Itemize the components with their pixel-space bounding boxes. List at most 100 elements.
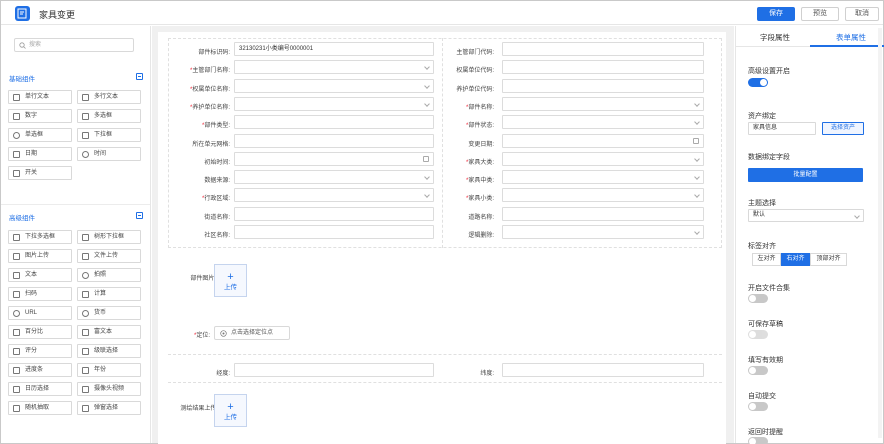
component-item[interactable]: 树形下拉框 <box>77 230 141 244</box>
component-item[interactable]: 级联选择 <box>77 344 141 358</box>
component-item[interactable]: 弹窗选择 <box>77 401 141 415</box>
component-item[interactable]: 进度条 <box>8 363 72 377</box>
fill-valid-toggle[interactable] <box>748 366 768 375</box>
collapse-icon[interactable] <box>136 73 143 80</box>
component-icon <box>13 329 20 336</box>
component-label: 文件上传 <box>94 253 119 259</box>
advanced-enable-toggle[interactable] <box>748 78 768 87</box>
basic-section-title: 基础组件 <box>9 76 35 83</box>
component-icon <box>82 113 89 120</box>
divider <box>1 204 150 205</box>
component-icon <box>82 94 89 101</box>
tab-field-properties[interactable]: 字段属性 <box>760 32 790 43</box>
component-label: 富文本 <box>94 329 113 335</box>
component-item[interactable]: 货币 <box>77 306 141 320</box>
theme-value: 默认 <box>753 212 766 218</box>
component-label: 日期 <box>25 151 38 157</box>
component-icon <box>13 386 20 393</box>
align-left-option[interactable]: 左对齐 <box>752 253 781 266</box>
save-button[interactable]: 保存 <box>757 7 795 21</box>
plus-icon: + <box>227 401 234 413</box>
theme-label: 主题选择 <box>748 200 776 207</box>
chevron-down-icon <box>854 213 860 219</box>
component-item[interactable]: 日期 <box>8 147 72 161</box>
preview-button[interactable]: 预览 <box>801 7 839 21</box>
save-draft-toggle[interactable] <box>748 330 768 339</box>
return-remind-label: 返回时提醒 <box>748 429 783 436</box>
component-label: 多行文本 <box>94 94 119 100</box>
theme-select[interactable]: 默认 <box>748 209 864 222</box>
collapse-icon[interactable] <box>136 212 143 219</box>
component-item[interactable]: 下拉框 <box>77 128 141 142</box>
component-item[interactable]: 评分 <box>8 344 72 358</box>
batch-config-button[interactable]: 批量配置 <box>748 168 863 182</box>
file-merge-toggle[interactable] <box>748 294 768 303</box>
top-bar: 家具变更 保存 预览 取消 <box>1 1 883 25</box>
survey-upload[interactable]: + 上传 <box>214 394 247 427</box>
asset-bind-label: 资产绑定 <box>748 113 776 120</box>
component-icon <box>82 329 89 336</box>
align-top-option[interactable]: 顶部对齐 <box>810 253 847 266</box>
component-item[interactable]: 富文本 <box>77 325 141 339</box>
component-label: 计算 <box>94 291 107 297</box>
fill-valid-label: 填写有效期 <box>748 357 783 364</box>
component-item[interactable]: 开关 <box>8 166 72 180</box>
component-item[interactable]: URL <box>8 306 72 320</box>
search-placeholder: 搜索 <box>29 42 42 48</box>
component-label: 单行文本 <box>25 94 50 100</box>
component-item[interactable]: 文本 <box>8 268 72 282</box>
asset-input[interactable]: 家具信息 <box>748 122 816 135</box>
component-icon <box>13 151 20 158</box>
component-item[interactable]: 随机抽取 <box>8 401 72 415</box>
divider <box>168 382 722 383</box>
auto-submit-toggle[interactable] <box>748 402 768 411</box>
component-icon <box>82 234 89 241</box>
select-location-button[interactable]: 点击选择定位点 <box>214 326 290 340</box>
upload-label: 上传 <box>224 284 237 291</box>
page-title: 家具变更 <box>39 10 76 20</box>
align-right-option[interactable]: 右对齐 <box>781 253 810 266</box>
component-item[interactable]: 图片上传 <box>8 249 72 263</box>
component-item[interactable]: 计算 <box>77 287 141 301</box>
latitude-input[interactable] <box>502 363 704 377</box>
component-item[interactable]: 扫码 <box>8 287 72 301</box>
return-remind-toggle[interactable] <box>748 437 768 444</box>
component-item[interactable]: 日历选择 <box>8 382 72 396</box>
component-label: 百分比 <box>25 329 44 335</box>
component-panel: 搜索 基础组件 单行文本 多行文本 数字 多选框 单选框 下拉框 日期 时间 开关 高级组件 下… <box>1 26 151 443</box>
data-bind-field-label: 数据绑定字段 <box>748 154 790 161</box>
component-item[interactable]: 时间 <box>77 147 141 161</box>
component-item[interactable]: 摄像头视频 <box>77 382 141 396</box>
component-icon <box>82 405 89 412</box>
longitude-input[interactable] <box>234 363 434 377</box>
upload-label: 上传 <box>224 414 237 421</box>
scrollbar[interactable] <box>878 28 882 438</box>
component-item[interactable]: 单行文本 <box>8 90 72 104</box>
component-item[interactable]: 拍照 <box>77 268 141 282</box>
component-label: 扫码 <box>25 291 38 297</box>
component-item[interactable]: 单选框 <box>8 128 72 142</box>
component-item[interactable]: 多选框 <box>77 109 141 123</box>
component-icon <box>82 253 89 260</box>
component-item[interactable]: 多行文本 <box>77 90 141 104</box>
photo-upload[interactable]: + 上传 <box>214 264 247 297</box>
photo-label: 部件图片: <box>190 276 216 282</box>
advanced-enable-label: 高级设置开启 <box>748 68 790 75</box>
auto-submit-label: 自动提交 <box>748 393 776 400</box>
component-icon <box>82 151 89 158</box>
component-icon <box>13 348 20 355</box>
component-item[interactable]: 年份 <box>77 363 141 377</box>
select-asset-button[interactable]: 选择资产 <box>822 122 864 135</box>
component-item[interactable]: 数字 <box>8 109 72 123</box>
component-icon <box>13 272 20 279</box>
search-input[interactable]: 搜索 <box>14 38 134 52</box>
cancel-button[interactable]: 取消 <box>845 7 879 21</box>
component-label: 图片上传 <box>25 253 50 259</box>
component-item[interactable]: 文件上传 <box>77 249 141 263</box>
component-label: 多选框 <box>94 113 113 119</box>
component-item[interactable]: 百分比 <box>8 325 72 339</box>
search-icon <box>19 42 26 49</box>
component-label: 进度条 <box>25 367 44 373</box>
tab-form-properties[interactable]: 表单属性 <box>836 32 866 43</box>
component-item[interactable]: 下拉多选框 <box>8 230 72 244</box>
